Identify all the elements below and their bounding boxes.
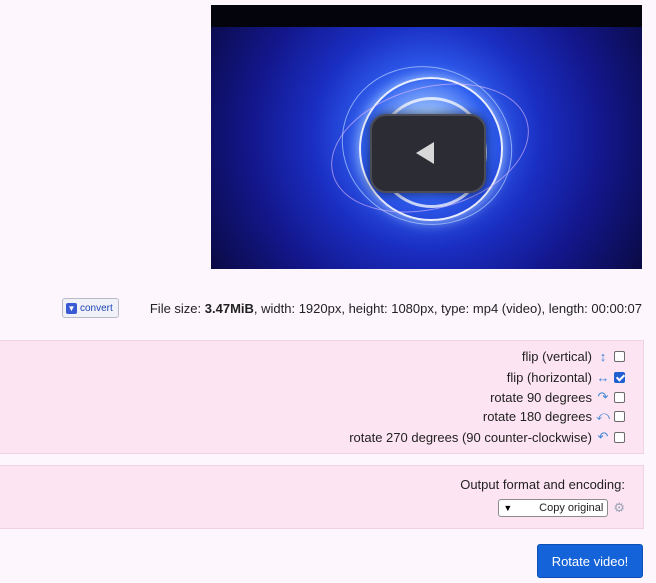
play-icon bbox=[416, 142, 434, 164]
option-rotate-270[interactable]: ↶ rotate 270 degrees (90 counter-clockwi… bbox=[349, 428, 625, 446]
rotate-180-icon: ⤺ bbox=[596, 408, 610, 423]
output-format-row: ⚙ ▼ Copy original bbox=[498, 499, 625, 517]
convert-button[interactable]: ▼ convert bbox=[62, 298, 119, 318]
checkbox[interactable] bbox=[614, 410, 625, 422]
video-player[interactable] bbox=[211, 5, 642, 269]
output-format-panel: Output format and encoding: ⚙ ▼ Copy ori… bbox=[0, 465, 644, 529]
file-info-prefix: File size: bbox=[149, 301, 205, 316]
checkbox[interactable] bbox=[614, 431, 625, 443]
checkbox[interactable] bbox=[614, 350, 625, 362]
option-label: flip (horizontal) bbox=[506, 369, 592, 385]
chevron-down-icon: ▼ bbox=[503, 503, 513, 513]
output-format-select[interactable]: ▼ Copy original bbox=[498, 499, 609, 517]
output-format-label: Output format and encoding: bbox=[460, 477, 625, 492]
option-flip-horizontal[interactable]: ↔ flip (horizontal) bbox=[507, 368, 625, 386]
option-flip-vertical[interactable]: ↕ flip (vertical) bbox=[522, 347, 625, 365]
rotate-clockwise-icon: ↷ bbox=[597, 389, 609, 404]
download-icon: ▼ bbox=[66, 302, 77, 314]
rotate-counterclockwise-icon: ↶ bbox=[597, 429, 609, 444]
convert-label: convert bbox=[80, 302, 113, 314]
option-rotate-90[interactable]: ↷ rotate 90 degrees bbox=[490, 388, 625, 406]
option-label: flip (vertical) bbox=[521, 348, 592, 364]
rotate-video-button[interactable]: Rotate video! bbox=[537, 544, 643, 578]
option-rotate-180[interactable]: ⤺ rotate 180 degrees bbox=[483, 407, 625, 425]
vertical-arrows-icon: ↕ bbox=[599, 348, 607, 364]
rotation-options-panel: ↕ flip (vertical) ↔ flip (horizontal) ↷ … bbox=[0, 340, 644, 454]
checkbox[interactable] bbox=[614, 391, 625, 403]
play-button[interactable] bbox=[370, 114, 486, 193]
output-format-value: Copy original bbox=[539, 502, 604, 514]
option-label: rotate 270 degrees (90 counter-clockwise… bbox=[349, 429, 592, 445]
file-details: , width: 1920px, height: 1080px, type: m… bbox=[253, 301, 642, 316]
option-label: rotate 90 degrees bbox=[490, 389, 592, 405]
file-info: File size: 3.47MiB, width: 1920px, heigh… bbox=[150, 301, 642, 316]
file-size: 3.47MiB bbox=[204, 301, 254, 316]
option-label: rotate 180 degrees bbox=[482, 408, 592, 424]
horizontal-arrows-icon: ↔ bbox=[596, 369, 610, 385]
gear-icon: ⚙ bbox=[613, 500, 625, 515]
checkbox-checked[interactable] bbox=[614, 371, 625, 383]
